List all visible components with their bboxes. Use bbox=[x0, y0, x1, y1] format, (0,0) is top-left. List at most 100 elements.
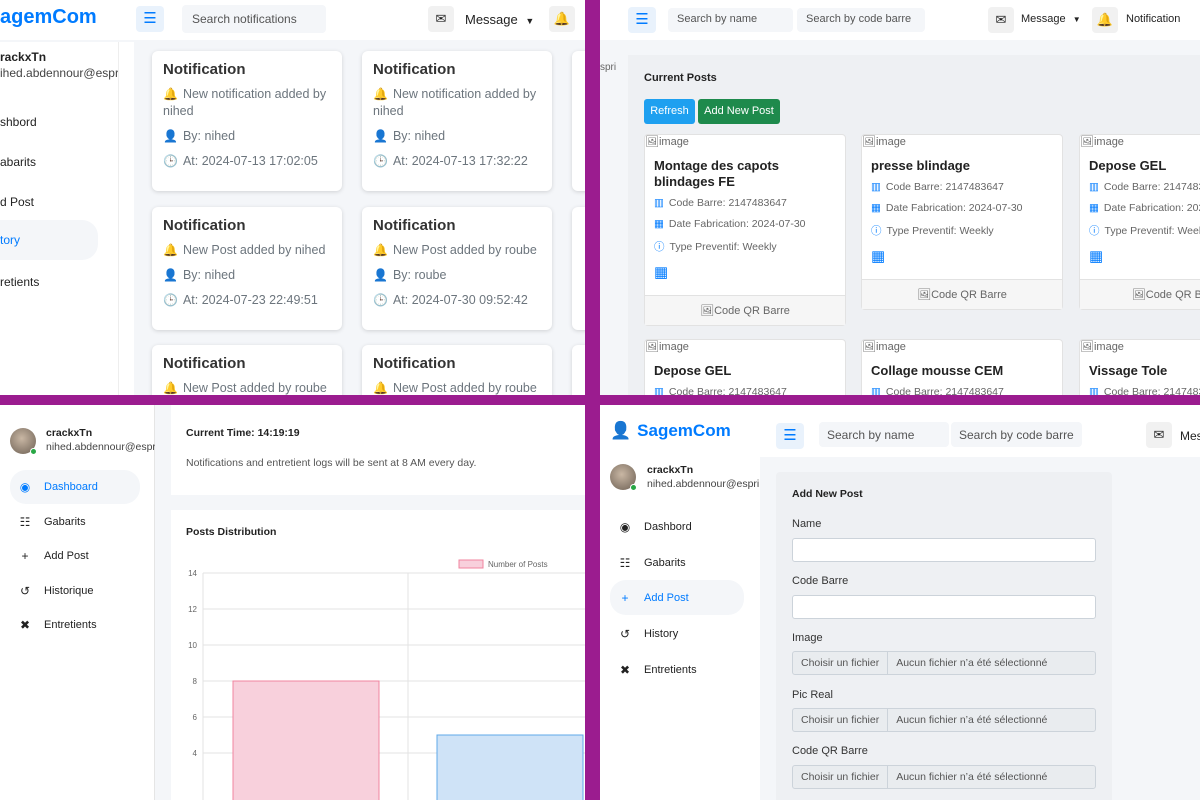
post-card[interactable]: 🖼image Depose GEL ▥ Code Barre: 2147483 ▦… bbox=[1079, 134, 1200, 310]
search-notifications-input[interactable]: Search notifications bbox=[182, 5, 326, 33]
bell-icon: 🔔 bbox=[373, 381, 388, 395]
sidebar-item-entretients[interactable]: retients bbox=[0, 272, 39, 292]
bell-icon: 🔔 bbox=[163, 87, 178, 101]
sidebar-edge-text: spri bbox=[600, 62, 617, 73]
calendar-icon[interactable]: ▦ bbox=[871, 247, 1053, 265]
sidebar-item-add-post[interactable]: + Add Post bbox=[14, 547, 89, 565]
user-icon: 👤 bbox=[373, 129, 388, 143]
card-time-text: At: 2024-07-30 09:52:42 bbox=[392, 293, 528, 307]
pic-real-file-input[interactable]: Choisir un fichier Aucun fichier n’a été… bbox=[792, 708, 1096, 732]
sidebar-item-label: abarits bbox=[0, 155, 37, 169]
code-qr-file-input[interactable]: Choisir un fichier Aucun fichier n’a été… bbox=[792, 765, 1096, 789]
choose-file-button[interactable]: Choisir un fichier bbox=[793, 766, 889, 788]
bell-icon: 🔔 bbox=[163, 243, 178, 257]
choose-file-button[interactable]: Choisir un fichier bbox=[793, 709, 889, 731]
notification-card-partial bbox=[572, 51, 585, 191]
post-date: ▦ Date Fabrication: 2024-07-30 bbox=[871, 202, 1053, 214]
card-author-text: By: nihed bbox=[182, 129, 236, 143]
refresh-button[interactable]: Refresh bbox=[644, 99, 695, 124]
message-dropdown[interactable]: Message ▼ bbox=[1021, 13, 1081, 25]
post-type: ⓘ Type Preventif: Weekly bbox=[871, 223, 1053, 238]
search-by-name-input[interactable]: Search by name bbox=[668, 8, 793, 32]
add-new-post-button[interactable]: Add New Post bbox=[698, 99, 780, 124]
sidebar-item-label: Gabarits bbox=[644, 557, 686, 569]
menu-toggle-button[interactable]: ☰ bbox=[628, 7, 656, 33]
image-icon: 🖼 bbox=[862, 341, 876, 353]
image-alt-text: image bbox=[875, 136, 906, 148]
post-code: ▥ Code Barre: 2147483 bbox=[1089, 386, 1200, 395]
post-title: presse blindage bbox=[871, 158, 970, 173]
image-alt-text: image bbox=[1093, 341, 1124, 353]
post-code-text: Code Barre: 2147483647 bbox=[885, 386, 1004, 395]
no-file-text: Aucun fichier n’a été sélectionné bbox=[896, 657, 1048, 669]
qr-alt-text: Code QR Barre bbox=[714, 305, 790, 317]
post-card[interactable]: 🖼image Montage des capots blindages FE ▥… bbox=[644, 134, 846, 326]
sidebar-item-gabarits[interactable]: ☷ Gabarits bbox=[14, 513, 86, 531]
sidebar-item-add-post[interactable]: d Post bbox=[0, 192, 34, 212]
menu-toggle-button[interactable]: ☰ bbox=[776, 423, 804, 449]
envelope-icon[interactable]: ✉ bbox=[428, 6, 454, 32]
card-message-text: New Post added by roube bbox=[182, 381, 327, 395]
sidebar-item-label: Add Post bbox=[44, 550, 89, 562]
sidebar-item-history[interactable]: ↺ History bbox=[614, 625, 678, 643]
post-card[interactable]: 🖼image presse blindage ▥ Code Barre: 2147… bbox=[861, 134, 1063, 310]
card-time-text: At: 2024-07-13 17:02:05 bbox=[182, 154, 318, 168]
info-icon: ⓘ bbox=[871, 225, 882, 237]
sidebar-item-entretients[interactable]: ✖ Entretients bbox=[614, 661, 697, 679]
code-barre-input[interactable] bbox=[792, 595, 1096, 619]
post-title: Depose GEL bbox=[654, 363, 732, 378]
barcode-icon: ▥ bbox=[1089, 386, 1099, 395]
broken-image: 🖼image bbox=[862, 135, 1062, 148]
envelope-icon[interactable]: ✉ bbox=[1146, 422, 1172, 448]
y-tick-label: 10 bbox=[188, 641, 197, 650]
post-card[interactable]: 🖼image Vissage Tole ▥ Code Barre: 2147483 bbox=[1079, 339, 1200, 395]
search-by-code-input[interactable]: Search by code barre bbox=[951, 422, 1082, 447]
image-file-input[interactable]: Choisir un fichier Aucun fichier n’a été… bbox=[792, 651, 1096, 675]
name-input[interactable] bbox=[792, 538, 1096, 562]
image-alt-text: image bbox=[658, 341, 689, 353]
post-card[interactable]: 🖼image Depose GEL ▥ Code Barre: 214748364… bbox=[644, 339, 846, 395]
card-author-text: By: roube bbox=[392, 268, 447, 282]
user-email: ihed.abdennour@espri bbox=[0, 66, 122, 80]
broken-image: 🖼image bbox=[645, 340, 845, 353]
search-by-code-input[interactable]: Search by code barre bbox=[797, 8, 925, 32]
card-author: 👤 By: nihed bbox=[163, 267, 331, 284]
menu-toggle-button[interactable]: ☰ bbox=[136, 6, 164, 32]
sidebar-item-label: Entretients bbox=[644, 664, 697, 676]
sidebar-scrollbar[interactable] bbox=[118, 42, 134, 395]
sidebar-item-historique[interactable]: ↺ Historique bbox=[14, 582, 94, 600]
plus-icon: + bbox=[621, 590, 629, 605]
bell-icon[interactable]: 🔔 bbox=[549, 6, 575, 32]
sidebar-item-dashboard[interactable]: shbord bbox=[0, 112, 37, 132]
sidebar-item-gabarits[interactable]: abarits bbox=[0, 152, 36, 172]
online-status-dot bbox=[630, 484, 637, 491]
choose-file-button[interactable]: Choisir un fichier bbox=[793, 652, 889, 674]
card-author: 👤 By: nihed bbox=[163, 128, 331, 145]
envelope-icon[interactable]: ✉ bbox=[988, 7, 1014, 33]
sidebar-item-entretients[interactable]: ✖ Entretients bbox=[14, 616, 97, 634]
sidebar-item-gabarits[interactable]: ☷ Gabarits bbox=[614, 554, 686, 572]
post-card[interactable]: 🖼image Collage mousse CEM ▥ Code Barre: 2… bbox=[861, 339, 1063, 395]
sidebar-item-history[interactable]: tory bbox=[0, 220, 98, 260]
notification-card: Notification 🔔 New Post added by roube bbox=[362, 345, 552, 395]
notification-dropdown[interactable]: Notification bbox=[1126, 13, 1180, 25]
message-dropdown[interactable]: Message ▼ bbox=[465, 12, 534, 27]
user-icon: 👤 bbox=[610, 421, 632, 440]
user-name: crackxTn bbox=[46, 427, 93, 439]
barcode-icon: ▥ bbox=[871, 386, 881, 395]
message-dropdown[interactable]: Mes bbox=[1180, 429, 1200, 443]
card-author-text: By: nihed bbox=[392, 129, 446, 143]
list-icon: ☷ bbox=[19, 515, 31, 529]
user-icon: 👤 bbox=[163, 268, 178, 282]
card-time: 🕒 At: 2024-07-30 09:52:42 bbox=[373, 292, 541, 309]
sidebar-item-dashboard[interactable]: ◉ Dashbord bbox=[614, 518, 692, 536]
calendar-icon[interactable]: ▦ bbox=[654, 263, 836, 281]
list-icon: ☷ bbox=[619, 556, 631, 570]
sidebar-item-add-post[interactable]: + Add Post bbox=[610, 580, 744, 615]
info-card bbox=[171, 405, 585, 495]
bell-icon[interactable]: 🔔 bbox=[1092, 7, 1118, 33]
online-status-dot bbox=[30, 448, 37, 455]
sidebar-item-dashboard[interactable]: ◉ Dashboard bbox=[10, 470, 140, 504]
calendar-icon[interactable]: ▦ bbox=[1089, 247, 1199, 265]
search-by-name-input[interactable]: Search by name bbox=[819, 422, 949, 447]
